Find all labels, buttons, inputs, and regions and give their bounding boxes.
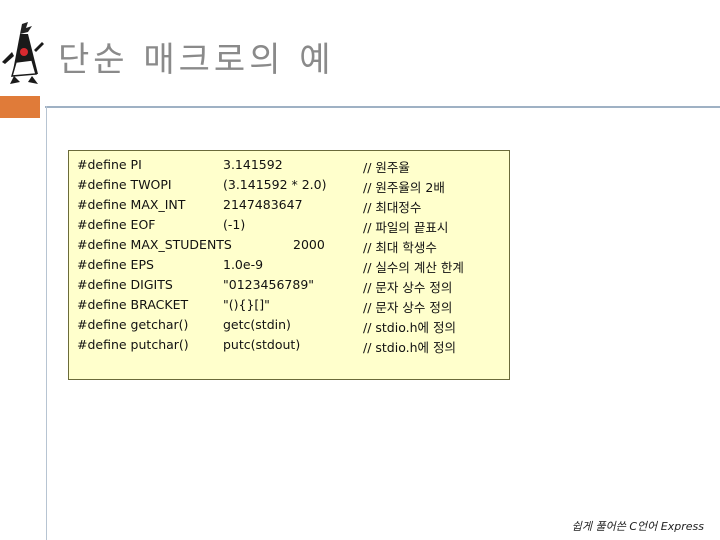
macro-comment: // 파일의 끝표시 [363,220,449,235]
macro-value: (3.141592 * 2.0) [223,177,327,192]
macro-name: #define getchar() [77,317,189,332]
macro-name: #define putchar() [77,337,189,352]
macro-name: #define PI [77,157,142,172]
macro-value: 1.0e-9 [223,257,264,272]
macro-comment: // 문자 상수 정의 [363,300,453,315]
macro-name: #define DIGITS [77,277,173,292]
macro-comment: // 최대정수 [363,200,422,215]
macro-name: #define MAX_STUDENTS [77,237,232,252]
java-duke-logo-icon [2,22,44,84]
macro-value: 2147483647 [223,197,303,212]
macro-value: (-1) [223,217,246,232]
macro-value: 2000 [293,237,325,252]
accent-square [0,96,40,118]
macro-value: 3.141592 [223,157,283,172]
title-underline [45,106,720,108]
left-border-line [46,106,47,540]
macro-name: #define MAX_INT [77,197,186,212]
slide-footer: 쉽게 풀어쓴 C언어 Express [571,520,704,533]
macro-comment: // 원주율 [363,160,410,175]
macro-comment: // 실수의 계산 한계 [363,260,464,275]
macro-name: #define EPS [77,257,154,272]
macro-name: #define BRACKET [77,297,189,312]
macro-name: #define TWOPI [77,177,172,192]
macro-value: putc(stdout) [223,337,301,352]
macro-comment: // stdio.h에 정의 [363,320,457,335]
macro-value: "0123456789" [223,277,315,292]
code-box: #define PI 3.141592 // 원주율 #define TWOPI… [68,150,510,380]
macro-value: getc(stdin) [223,317,291,332]
macro-value: "(){}[]" [223,297,270,312]
macro-comment: // 원주율의 2배 [363,180,445,195]
macro-comment: // stdio.h에 정의 [363,340,457,355]
macro-comment: // 문자 상수 정의 [363,280,453,295]
slide-title: 단순 매크로의 예 [58,40,335,80]
macro-comment: // 최대 학생수 [363,240,437,255]
macro-name: #define EOF [77,217,156,232]
